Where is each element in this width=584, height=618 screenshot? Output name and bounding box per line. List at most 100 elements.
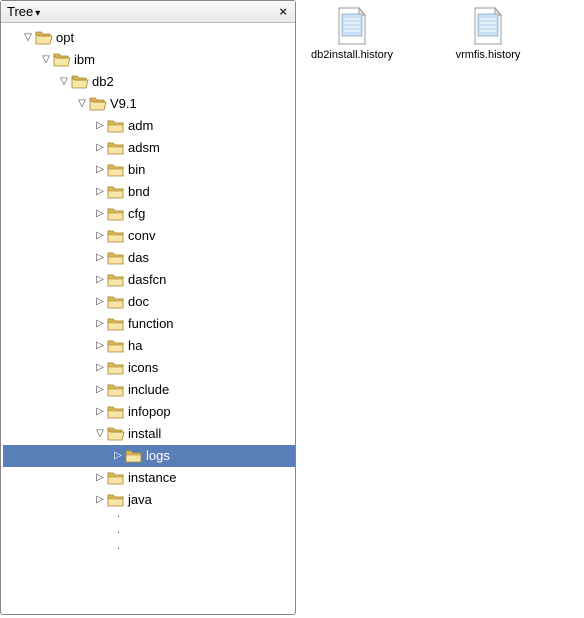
twisty-collapsed-icon[interactable]: ▷ [93,203,107,225]
tree-item-label: V9.1 [110,93,137,115]
twisty-collapsed-icon[interactable]: ▷ [111,445,125,467]
tree-item-function[interactable]: ▷ function [3,313,295,335]
tree-item-opt[interactable]: ▽ opt [3,27,295,49]
tree-item-label: include [128,379,169,401]
tree-item-instance[interactable]: ▷ instance [3,467,295,489]
tree-item-dasfcn[interactable]: ▷ dasfcn [3,269,295,291]
tree-item-label: ha [128,335,142,357]
folder-closed-icon [107,382,125,398]
tree-item-label: java [128,489,152,511]
tree-item-conv[interactable]: ▷ conv [3,225,295,247]
folder-closed-icon [107,338,125,354]
tree-item-cfg[interactable]: ▷ cfg [3,203,295,225]
tree-title-text: Tree [7,4,33,19]
twisty-collapsed-icon[interactable]: ▷ [93,247,107,269]
tree-item-bnd[interactable]: ▷ bnd [3,181,295,203]
twisty-expanded-icon[interactable]: ▽ [57,71,71,93]
tree-item-label: function [128,313,174,335]
folder-closed-icon [107,206,125,222]
tree-item-icons[interactable]: ▷ icons [3,357,295,379]
folder-closed-icon [107,184,125,200]
twisty-collapsed-icon[interactable]: ▷ [93,467,107,489]
tree-item-label: adsm [128,137,160,159]
tree-item-label: bnd [128,181,150,203]
folder-closed-icon [107,118,125,134]
folder-closed-icon [107,360,125,376]
tree-item-label: doc [128,291,149,313]
file-item[interactable]: vrmfis.history [440,6,536,61]
twisty-collapsed-icon[interactable]: ▷ [93,181,107,203]
tree-item-logs[interactable]: ▷ logs [3,445,295,467]
folder-closed-icon [107,250,125,266]
tree-title[interactable]: Tree▾ [7,4,40,19]
file-icon [335,6,369,46]
folder-open-icon [107,426,125,442]
folder-open-icon [53,52,71,68]
tree-item-v91[interactable]: ▽ V9.1 [3,93,295,115]
twisty-expanded-icon[interactable]: ▽ [75,93,89,115]
file-name: vrmfis.history [440,49,536,61]
tree-item-db2[interactable]: ▽ db2 [3,71,295,93]
tree-header: Tree▾ × [1,1,295,23]
tree-item-label: cfg [128,203,145,225]
twisty-collapsed-icon[interactable]: ▷ [93,225,107,247]
more-items-indicator: . [3,543,295,559]
twisty-collapsed-icon[interactable]: ▷ [93,335,107,357]
tree-item-infopop[interactable]: ▷ infopop [3,401,295,423]
tree-item-adm[interactable]: ▷ adm [3,115,295,137]
folder-open-icon [71,74,89,90]
close-icon[interactable]: × [277,4,289,19]
chevron-down-icon: ▾ [35,8,40,19]
tree-item-label: install [128,423,161,445]
twisty-expanded-icon[interactable]: ▽ [93,423,107,445]
tree-item-label: opt [56,27,74,49]
more-items-indicator: . [3,527,295,543]
twisty-collapsed-icon[interactable]: ▷ [93,291,107,313]
twisty-expanded-icon[interactable]: ▽ [21,27,35,49]
tree-item-doc[interactable]: ▷ doc [3,291,295,313]
tree-item-label: instance [128,467,176,489]
twisty-collapsed-icon[interactable]: ▷ [93,379,107,401]
tree-item-label: logs [146,445,170,467]
tree-item-include[interactable]: ▷ include [3,379,295,401]
tree-panel: Tree▾ × ▽ opt▽ ibm▽ db2▽ V9.1▷ adm▷ adsm… [0,0,296,615]
tree-item-ibm[interactable]: ▽ ibm [3,49,295,71]
tree-item-java[interactable]: ▷ java [3,489,295,511]
app-root: Tree▾ × ▽ opt▽ ibm▽ db2▽ V9.1▷ adm▷ adsm… [0,0,584,618]
tree-item-label: ibm [74,49,95,71]
tree-item-label: dasfcn [128,269,166,291]
tree-item-ha[interactable]: ▷ ha [3,335,295,357]
tree-item-install[interactable]: ▽ install [3,423,295,445]
folder-closed-icon [107,162,125,178]
folder-closed-icon [125,448,143,464]
tree-item-label: infopop [128,401,171,423]
twisty-collapsed-icon[interactable]: ▷ [93,357,107,379]
twisty-expanded-icon[interactable]: ▽ [39,49,53,71]
file-item[interactable]: db2install.history [304,6,400,61]
folder-open-icon [35,30,53,46]
tree-body-wrap: ▽ opt▽ ibm▽ db2▽ V9.1▷ adm▷ adsm▷ bin▷ b… [1,23,295,614]
tree-item-bin[interactable]: ▷ bin [3,159,295,181]
tree-item-label: das [128,247,149,269]
twisty-collapsed-icon[interactable]: ▷ [93,313,107,335]
tree-body[interactable]: ▽ opt▽ ibm▽ db2▽ V9.1▷ adm▷ adsm▷ bin▷ b… [1,23,295,614]
twisty-collapsed-icon[interactable]: ▷ [93,489,107,511]
file-icon [471,6,505,46]
more-items-indicator: . [3,511,295,527]
folder-closed-icon [107,470,125,486]
twisty-collapsed-icon[interactable]: ▷ [93,137,107,159]
tree-item-label: icons [128,357,158,379]
tree-item-label: bin [128,159,145,181]
tree-item-label: adm [128,115,153,137]
tree-item-label: conv [128,225,155,247]
folder-open-icon [89,96,107,112]
tree-item-das[interactable]: ▷ das [3,247,295,269]
folder-closed-icon [107,294,125,310]
twisty-collapsed-icon[interactable]: ▷ [93,115,107,137]
twisty-collapsed-icon[interactable]: ▷ [93,401,107,423]
twisty-collapsed-icon[interactable]: ▷ [93,159,107,181]
twisty-collapsed-icon[interactable]: ▷ [93,269,107,291]
tree-item-adsm[interactable]: ▷ adsm [3,137,295,159]
tree-item-label: db2 [92,71,114,93]
file-name: db2install.history [304,49,400,61]
